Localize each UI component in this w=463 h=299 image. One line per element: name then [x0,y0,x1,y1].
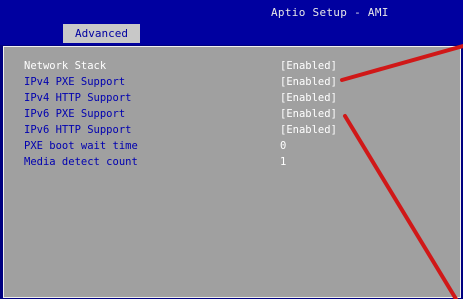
setting-value[interactable]: 0 [280,139,286,153]
bios-title: Aptio Setup - AMI [271,6,389,19]
tab-advanced[interactable]: Advanced [63,24,140,43]
setting-label: Network Stack [24,60,107,72]
setting-value[interactable]: 1 [280,155,286,169]
bios-header-bar: Aptio Setup - AMI Advanced [0,0,463,45]
setting-label: IPv6 HTTP Support [24,124,132,136]
settings-panel: Network Stack [Enabled] IPv4 PXE Support… [3,46,461,298]
setting-label: IPv4 PXE Support [24,76,126,88]
setting-value[interactable]: [Enabled] [280,123,337,137]
setting-value[interactable]: [Enabled] [280,75,337,89]
setting-value[interactable]: [Enabled] [280,91,337,105]
setting-label: PXE boot wait time [24,140,138,152]
setting-label: IPv6 PXE Support [24,108,126,120]
setting-value[interactable]: [Enabled] [280,59,337,73]
setting-label: IPv4 HTTP Support [24,92,132,104]
setting-value[interactable]: [Enabled] [280,107,337,121]
setting-label: Media detect count [24,156,138,168]
